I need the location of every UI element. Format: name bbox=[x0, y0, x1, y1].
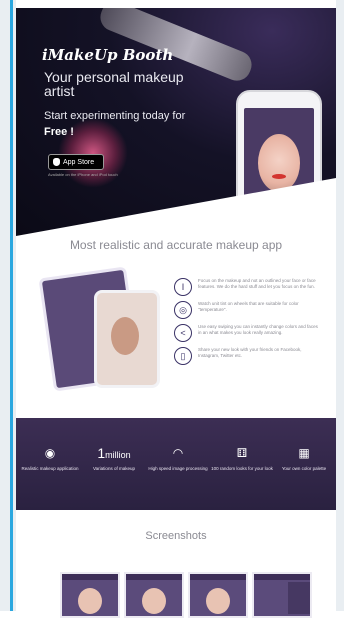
phone-mockup bbox=[94, 290, 160, 388]
thumbnail-toolbar bbox=[254, 574, 310, 580]
stat-label: Variations of makeup bbox=[93, 466, 135, 471]
brush-icon: I bbox=[174, 278, 192, 296]
thumbnail-toolbar bbox=[190, 574, 246, 580]
model-face-image bbox=[206, 588, 230, 614]
screenshot-thumbnail[interactable] bbox=[188, 572, 248, 618]
frame-accent-line bbox=[10, 0, 13, 611]
feature-item: I Focus on the makeup and not an outline… bbox=[174, 278, 324, 301]
feature-text: Share your new look with your friends on… bbox=[198, 347, 302, 358]
stat-label: Your own color palette bbox=[281, 466, 327, 471]
model-face-image bbox=[111, 317, 139, 355]
feature-text: Focus on the makeup and not an outlined … bbox=[198, 278, 316, 289]
hero-banner: iMakeUp Booth Your personal makeup artis… bbox=[16, 8, 336, 238]
feature-item: ◎ Watch unit tint on wheels that are sui… bbox=[174, 301, 324, 324]
stat-number-value: 1 bbox=[97, 445, 106, 461]
color-wheel-icon: ◎ bbox=[174, 301, 192, 319]
screenshots-heading: Screenshots bbox=[145, 530, 207, 542]
eye-icon: ◉ bbox=[44, 446, 56, 460]
stat-label: Realistic makeup application bbox=[21, 466, 79, 471]
hero-diagonal-cut bbox=[16, 178, 336, 238]
feature-text: Watch unit tint on wheels that are suita… bbox=[198, 301, 299, 312]
gauge-icon: ◠ bbox=[172, 446, 184, 460]
phone-icon: ▯ bbox=[174, 347, 192, 365]
model-face-image bbox=[142, 588, 166, 614]
stat-label: High speed image processing bbox=[148, 466, 208, 471]
screenshot-thumbnail[interactable] bbox=[60, 572, 120, 618]
palette-icon: ▦ bbox=[298, 446, 310, 460]
stat-label: 100 random looks for your look bbox=[211, 466, 273, 471]
feature-item: ▯ Share your new look with your friends … bbox=[174, 347, 324, 370]
features-heading: Most realistic and accurate makeup app bbox=[69, 238, 283, 252]
thumbnail-toolbar bbox=[126, 574, 182, 580]
screenshot-thumbnail[interactable] bbox=[124, 572, 184, 618]
thumbnail-toolbar bbox=[62, 574, 118, 580]
screenshot-thumbnail[interactable] bbox=[252, 572, 312, 618]
stat-number: 1million bbox=[82, 446, 146, 462]
feature-text: Use easy swiping you can instantly chang… bbox=[198, 324, 318, 335]
stat-number-suffix: million bbox=[105, 450, 131, 460]
feature-item: < Use easy swiping you can instantly cha… bbox=[174, 324, 324, 347]
dice-icon: ⚅ bbox=[236, 446, 248, 460]
features-phones-image bbox=[38, 266, 160, 392]
feature-list: I Focus on the makeup and not an outline… bbox=[174, 278, 324, 370]
stats-band: ◉ Realistic makeup application 1million … bbox=[16, 418, 336, 510]
model-face-image bbox=[78, 588, 102, 614]
share-icon: < bbox=[174, 324, 192, 342]
thumbnail-menu-list bbox=[288, 582, 310, 614]
